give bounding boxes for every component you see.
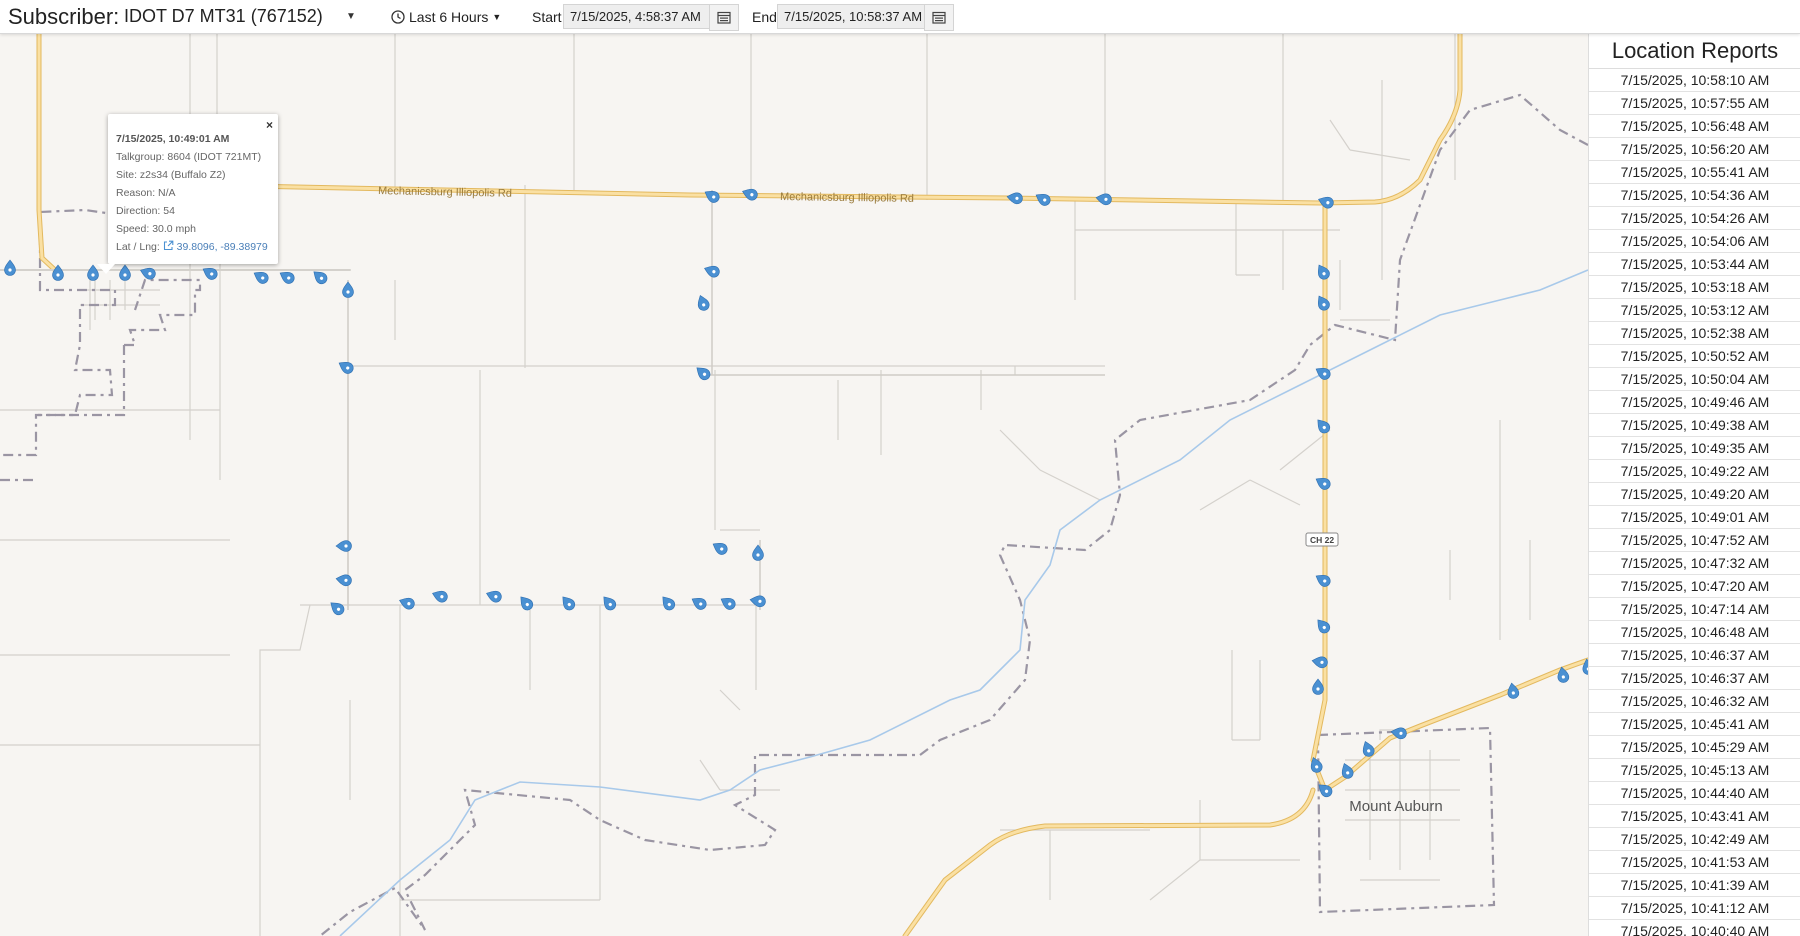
report-row[interactable]: 7/15/2025, 10:47:52 AM (1589, 529, 1800, 552)
popup-site: Site: z2s34 (Buffalo Z2) (116, 169, 226, 181)
report-row[interactable]: 7/15/2025, 10:40:40 AM (1589, 920, 1800, 936)
report-row[interactable]: 7/15/2025, 10:46:37 AM (1589, 667, 1800, 690)
end-date-input[interactable]: 7/15/2025, 10:58:37 AM (777, 4, 947, 29)
location-reports-panel: Location Reports 7/15/2025, 10:58:10 AM 7… (1588, 34, 1800, 936)
popup-pointer (97, 264, 115, 274)
report-row[interactable]: 7/15/2025, 10:41:12 AM (1589, 897, 1800, 920)
report-row[interactable]: 7/15/2025, 10:45:41 AM (1589, 713, 1800, 736)
report-row[interactable]: 7/15/2025, 10:52:38 AM (1589, 322, 1800, 345)
report-row[interactable]: 7/15/2025, 10:50:52 AM (1589, 345, 1800, 368)
report-row[interactable]: 7/15/2025, 10:54:36 AM (1589, 184, 1800, 207)
subscriber-select[interactable]: IDOT D7 MT31 (767152) (124, 0, 323, 33)
calendar-icon[interactable] (709, 4, 739, 31)
report-row[interactable]: 7/15/2025, 10:46:32 AM (1589, 690, 1800, 713)
location-popup: × 7/15/2025, 10:49:01 AM Talkgroup: 8604… (108, 114, 278, 264)
start-date-input[interactable]: 7/15/2025, 4:58:37 AM (563, 4, 733, 29)
report-row[interactable]: 7/15/2025, 10:43:41 AM (1589, 805, 1800, 828)
caret-down-icon: ▼ (492, 11, 502, 22)
report-row[interactable]: 7/15/2025, 10:41:53 AM (1589, 851, 1800, 874)
popup-latlng-label: Lat / Lng: (116, 241, 160, 253)
report-row[interactable]: 7/15/2025, 10:53:18 AM (1589, 276, 1800, 299)
report-row[interactable]: 7/15/2025, 10:55:41 AM (1589, 161, 1800, 184)
report-row[interactable]: 7/15/2025, 10:49:46 AM (1589, 391, 1800, 414)
report-row[interactable]: 7/15/2025, 10:49:38 AM (1589, 414, 1800, 437)
popup-reason: Reason: N/A (116, 187, 176, 199)
start-label: Start (532, 8, 562, 25)
popup-latlng-link[interactable]: 39.8096, -89.38979 (177, 241, 268, 253)
report-row[interactable]: 7/15/2025, 10:56:48 AM (1589, 115, 1800, 138)
report-row[interactable]: 7/15/2025, 10:46:37 AM (1589, 644, 1800, 667)
close-icon[interactable]: × (266, 116, 273, 134)
report-row[interactable]: 7/15/2025, 10:54:26 AM (1589, 207, 1800, 230)
popup-timestamp: 7/15/2025, 10:49:01 AM (116, 133, 230, 145)
calendar-icon[interactable] (924, 4, 954, 31)
report-row[interactable]: 7/15/2025, 10:49:01 AM (1589, 506, 1800, 529)
external-link-icon[interactable] (163, 240, 174, 251)
report-row[interactable]: 7/15/2025, 10:47:14 AM (1589, 598, 1800, 621)
report-row[interactable]: 7/15/2025, 10:45:29 AM (1589, 736, 1800, 759)
report-row[interactable]: 7/15/2025, 10:44:40 AM (1589, 782, 1800, 805)
popup-talkgroup: Talkgroup: 8604 (IDOT 721MT) (116, 151, 262, 163)
report-row[interactable]: 7/15/2025, 10:49:22 AM (1589, 460, 1800, 483)
clock-icon (391, 9, 405, 24)
popup-speed: Speed: 30.0 mph (116, 223, 196, 235)
report-row[interactable]: 7/15/2025, 10:49:35 AM (1589, 437, 1800, 460)
subscriber-label: Subscriber: (8, 3, 120, 29)
report-row[interactable]: 7/15/2025, 10:57:55 AM (1589, 92, 1800, 115)
popup-latlng: Lat / Lng: 39.8096, -89.38979 (116, 238, 270, 256)
report-row[interactable]: 7/15/2025, 10:47:20 AM (1589, 575, 1800, 598)
time-range-label: Last 6 Hours (409, 8, 489, 25)
report-row[interactable]: 7/15/2025, 10:47:32 AM (1589, 552, 1800, 575)
svg-text:CH 22: CH 22 (1310, 535, 1334, 545)
report-row[interactable]: 7/15/2025, 10:46:48 AM (1589, 621, 1800, 644)
road-label: Mechanicsburg Illiopolis Rd (780, 191, 914, 205)
report-row[interactable]: 7/15/2025, 10:53:12 AM (1589, 299, 1800, 322)
report-row[interactable]: 7/15/2025, 10:53:44 AM (1589, 253, 1800, 276)
report-row[interactable]: 7/15/2025, 10:56:20 AM (1589, 138, 1800, 161)
report-row[interactable]: 7/15/2025, 10:49:20 AM (1589, 483, 1800, 506)
popup-direction: Direction: 54 (116, 205, 175, 217)
report-row[interactable]: 7/15/2025, 10:50:04 AM (1589, 368, 1800, 391)
report-row[interactable]: 7/15/2025, 10:42:49 AM (1589, 828, 1800, 851)
time-range-dropdown[interactable]: Last 6 Hours ▼ (391, 0, 501, 33)
toolbar: Subscriber: IDOT D7 MT31 (767152) ▼ Last… (0, 0, 1800, 34)
caret-down-icon[interactable]: ▼ (346, 0, 356, 33)
end-label: End (752, 8, 777, 25)
report-row[interactable]: 7/15/2025, 10:45:13 AM (1589, 759, 1800, 782)
route-shield: CH 22 (1305, 532, 1339, 547)
report-row[interactable]: 7/15/2025, 10:58:10 AM (1589, 69, 1800, 92)
report-row[interactable]: 7/15/2025, 10:54:06 AM (1589, 230, 1800, 253)
panel-title: Location Reports (1611, 38, 1779, 63)
report-row[interactable]: 7/15/2025, 10:41:39 AM (1589, 874, 1800, 897)
town-label: Mount Auburn (1349, 798, 1442, 815)
report-list: 7/15/2025, 10:58:10 AM 7/15/2025, 10:57:5… (1589, 68, 1800, 936)
